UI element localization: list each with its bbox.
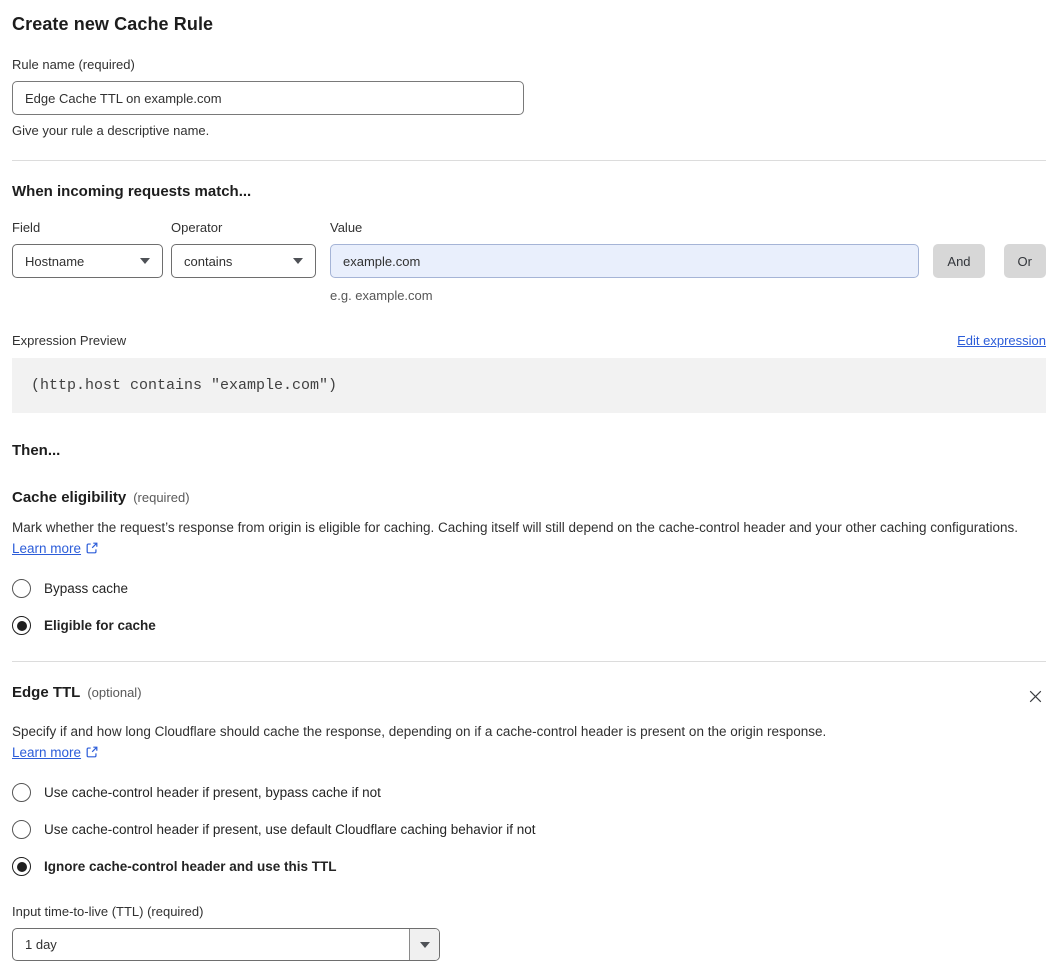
operator-select[interactable]: contains [171,244,316,278]
and-button[interactable]: And [933,244,984,278]
match-condition-row: Field Hostname Operator contains Value A… [12,220,1046,278]
create-cache-rule-form: Create new Cache Rule Rule name (require… [0,0,1058,906]
section-divider [12,661,1046,662]
cache-eligibility-description: Mark whether the request’s response from… [12,517,1046,561]
operator-label: Operator [171,220,316,235]
ttl-select-value: 1 day [13,929,409,960]
ttl-select[interactable]: 1 day [12,928,440,961]
cache-eligibility-required-tag: (required) [133,490,189,505]
section-divider [12,160,1046,161]
value-label: Value [330,220,919,235]
ttl-select-dropdown-button[interactable] [409,929,439,960]
radio-option-use-header-default[interactable]: Use cache-control header if present, use… [12,820,1046,839]
rule-name-input[interactable] [12,81,524,115]
match-section-title: When incoming requests match... [12,183,1046,200]
radio-unchecked-icon [12,820,31,839]
edge-ttl-header: Edge TTL (optional) [12,684,1046,710]
radio-option-label: Eligible for cache [44,618,156,633]
cache-eligibility-learn-more-link[interactable]: Learn more [12,541,81,556]
rule-name-help: Give your rule a descriptive name. [12,123,524,138]
field-column: Field Hostname [12,220,163,278]
radio-option-label: Use cache-control header if present, use… [44,822,536,837]
radio-unchecked-icon [12,783,31,802]
chevron-down-icon [140,258,150,264]
edge-ttl-title-row: Edge TTL (optional) [12,684,142,701]
radio-option-eligible-for-cache[interactable]: Eligible for cache [12,616,1046,635]
rule-name-label: Rule name (required) [12,57,524,72]
expression-preview-header: Expression Preview Edit expression [12,333,1046,348]
radio-option-label: Ignore cache-control header and use this… [44,859,337,874]
edge-ttl-optional-tag: (optional) [87,685,141,700]
ttl-label: Input time-to-live (TTL) (required) [12,904,1046,919]
expression-code: (http.host contains "example.com") [12,358,1046,413]
external-link-icon [85,744,99,765]
cache-eligibility-options: Bypass cache Eligible for cache [12,579,1046,635]
radio-option-label: Bypass cache [44,581,128,596]
or-button[interactable]: Or [1004,244,1046,278]
value-input[interactable] [330,244,919,278]
cache-eligibility-header: Cache eligibility (required) [12,489,1046,506]
ttl-input-group: Input time-to-live (TTL) (required) 1 da… [12,904,1046,961]
radio-option-use-header-bypass[interactable]: Use cache-control header if present, byp… [12,783,1046,802]
rule-name-group: Rule name (required) Give your rule a de… [12,57,524,138]
radio-option-label: Use cache-control header if present, byp… [44,785,381,800]
then-section-title: Then... [12,442,1046,459]
page-title: Create new Cache Rule [12,14,1046,35]
chevron-down-icon [420,942,430,948]
edge-ttl-title: Edge TTL [12,684,80,701]
radio-checked-icon [12,616,31,635]
expression-preview-label: Expression Preview [12,333,126,348]
edge-ttl-description: Specify if and how long Cloudflare shoul… [12,721,850,765]
radio-unchecked-icon [12,579,31,598]
operator-select-value: contains [184,254,232,269]
field-select[interactable]: Hostname [12,244,163,278]
cache-eligibility-description-text: Mark whether the request’s response from… [12,520,1018,535]
field-select-value: Hostname [25,254,84,269]
value-example-help: e.g. example.com [330,288,1046,303]
edit-expression-link[interactable]: Edit expression [957,333,1046,348]
value-column: Value [330,220,919,278]
edge-ttl-learn-more-link[interactable]: Learn more [12,745,81,760]
edge-ttl-options: Use cache-control header if present, byp… [12,783,1046,876]
radio-option-ignore-header-use-ttl[interactable]: Ignore cache-control header and use this… [12,857,1046,876]
external-link-icon [85,540,99,561]
operator-column: Operator contains [171,220,316,278]
edge-ttl-description-text: Specify if and how long Cloudflare shoul… [12,724,826,739]
close-edge-ttl-button[interactable] [1025,686,1046,710]
cache-eligibility-title: Cache eligibility [12,489,126,506]
radio-checked-icon [12,857,31,876]
close-icon [1027,693,1044,708]
radio-option-bypass-cache[interactable]: Bypass cache [12,579,1046,598]
field-label: Field [12,220,163,235]
chevron-down-icon [293,258,303,264]
andor-buttons: And Or [933,244,1046,278]
